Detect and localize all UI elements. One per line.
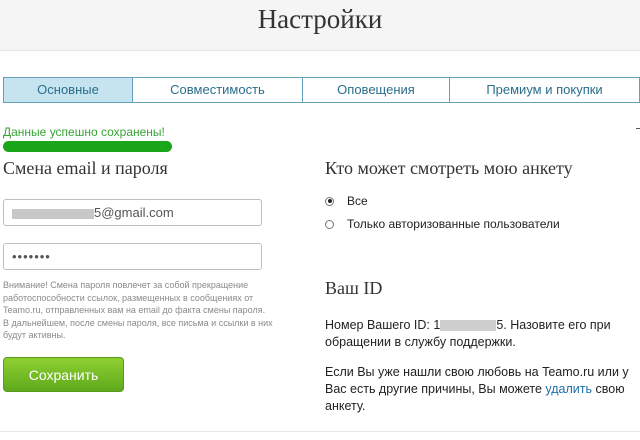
- id-info: Номер Вашего ID: 1 5. Назовите его при об…: [325, 317, 633, 351]
- visibility-option-all[interactable]: Все: [325, 194, 368, 208]
- success-message: Данные успешно сохранены!: [3, 125, 165, 139]
- email-value: 5@gmail.com: [94, 205, 174, 220]
- visibility-option-label: Все: [347, 194, 368, 208]
- delete-profile-link[interactable]: удалить: [545, 382, 592, 396]
- page-header: Настройки: [0, 0, 640, 51]
- id-section-title: Ваш ID: [325, 278, 383, 298]
- radio-unchecked-icon[interactable]: [325, 219, 334, 229]
- radio-checked-icon[interactable]: [325, 196, 334, 206]
- tab-premium[interactable]: Премиум и покупки: [449, 78, 639, 102]
- account-section-title: Смена email и пароля: [3, 158, 168, 178]
- divider: [0, 431, 640, 432]
- tab-notifications[interactable]: Оповещения: [302, 78, 449, 102]
- success-bar: [3, 141, 172, 152]
- page-title: Настройки: [257, 4, 383, 34]
- tab-basic[interactable]: Основные: [4, 78, 132, 102]
- masked-id: [440, 320, 497, 332]
- id-prefix: Номер Вашего ID: 1: [325, 318, 441, 332]
- settings-tabs: Основные Совместимость Оповещения Премиу…: [3, 77, 640, 103]
- visibility-option-label: Только авторизованные пользователи: [347, 217, 560, 231]
- password-field[interactable]: •••••••: [3, 243, 262, 270]
- visibility-option-authorized[interactable]: Только авторизованные пользователи: [325, 217, 560, 231]
- masked-email-part: [12, 208, 94, 219]
- email-field[interactable]: 5@gmail.com: [3, 199, 262, 226]
- save-button[interactable]: Сохранить: [3, 357, 124, 392]
- divider: [636, 128, 640, 129]
- visibility-section-title: Кто может смотреть мою анкету: [325, 158, 573, 178]
- delete-info: Если Вы уже нашли свою любовь на Teamo.r…: [325, 364, 633, 415]
- tab-compatibility[interactable]: Совместимость: [132, 78, 302, 102]
- password-warning: Внимание! Смена пароля повлечет за собой…: [3, 280, 273, 340]
- password-value: •••••••: [12, 249, 51, 264]
